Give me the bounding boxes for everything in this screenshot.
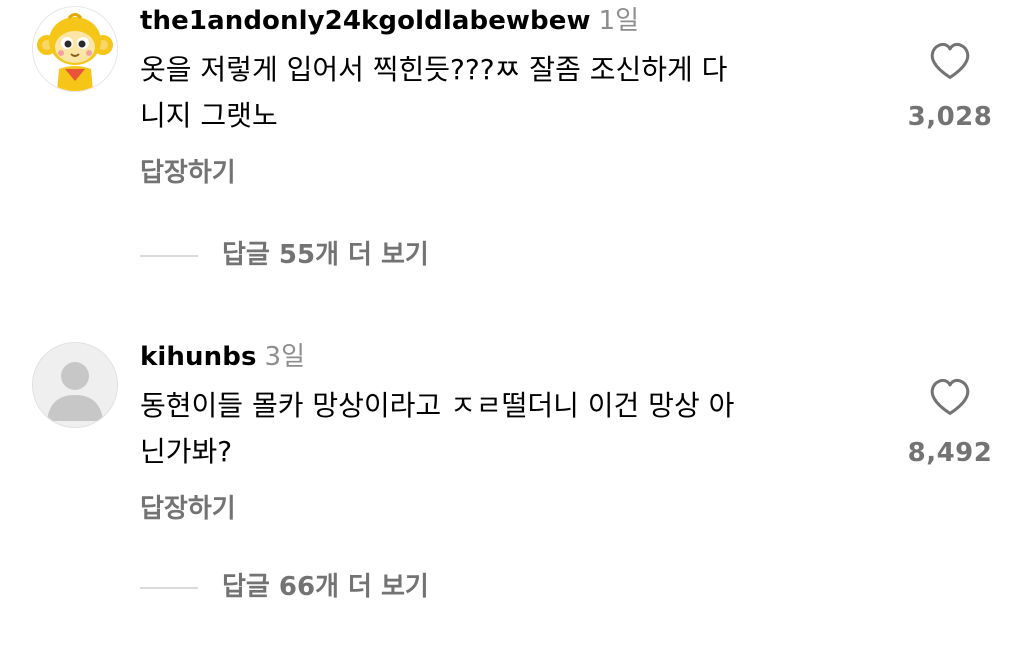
comment-header: the1andonly24kgoldlabewbew 1일 bbox=[140, 4, 639, 38]
like-area: 8,492 bbox=[900, 378, 1000, 468]
comment-item: the1andonly24kgoldlabewbew 1일 옷을 저렇게 입어서 … bbox=[0, 0, 1024, 320]
comment-item: kihunbs 3일 동현이들 몰카 망상이라고 ㅈㄹ떨더니 이건 망상 아 닌가… bbox=[0, 336, 1024, 654]
timestamp: 3일 bbox=[264, 342, 305, 372]
default-user-avatar-icon bbox=[33, 343, 117, 427]
comment-text-line: 옷을 저렇게 입어서 찍힌듯???ㅉ 잘좀 조신하게 다 bbox=[140, 53, 728, 86]
heart-outline-icon[interactable] bbox=[929, 378, 971, 416]
reply-button[interactable]: 답장하기 bbox=[140, 156, 236, 190]
heart-outline-icon[interactable] bbox=[929, 42, 971, 80]
username[interactable]: kihunbs bbox=[140, 342, 257, 372]
timestamp: 1일 bbox=[598, 6, 640, 36]
like-count: 3,028 bbox=[907, 102, 993, 132]
reply-button[interactable]: 답장하기 bbox=[140, 492, 236, 526]
comment-text-line: 동현이들 몰카 망상이라고 ㅈㄹ떨더니 이건 망상 아 bbox=[140, 389, 735, 422]
divider-line bbox=[140, 255, 198, 257]
comment-text-line: 닌가봐? bbox=[140, 435, 233, 468]
comment-text: 옷을 저렇게 입어서 찍힌듯???ㅉ 잘좀 조신하게 다 니지 그랫노 bbox=[140, 47, 880, 139]
avatar[interactable] bbox=[32, 6, 118, 92]
comment-header: kihunbs 3일 bbox=[140, 340, 305, 374]
view-more-replies-label: 답글 55개 더 보기 bbox=[222, 240, 429, 270]
view-more-replies-label: 답글 66개 더 보기 bbox=[222, 572, 429, 602]
comment-text: 동현이들 몰카 망상이라고 ㅈㄹ떨더니 이건 망상 아 닌가봐? bbox=[140, 383, 880, 475]
monkey-avatar-icon bbox=[33, 7, 117, 91]
avatar[interactable] bbox=[32, 342, 118, 428]
like-count: 8,492 bbox=[907, 438, 993, 468]
view-more-replies-button[interactable]: 답글 55개 더 보기 bbox=[140, 238, 540, 272]
view-more-replies-button[interactable]: 답글 66개 더 보기 bbox=[140, 570, 540, 604]
like-area: 3,028 bbox=[900, 42, 1000, 132]
divider-line bbox=[140, 587, 198, 589]
comment-text-line: 니지 그랫노 bbox=[140, 99, 278, 132]
username[interactable]: the1andonly24kgoldlabewbew bbox=[140, 6, 591, 36]
